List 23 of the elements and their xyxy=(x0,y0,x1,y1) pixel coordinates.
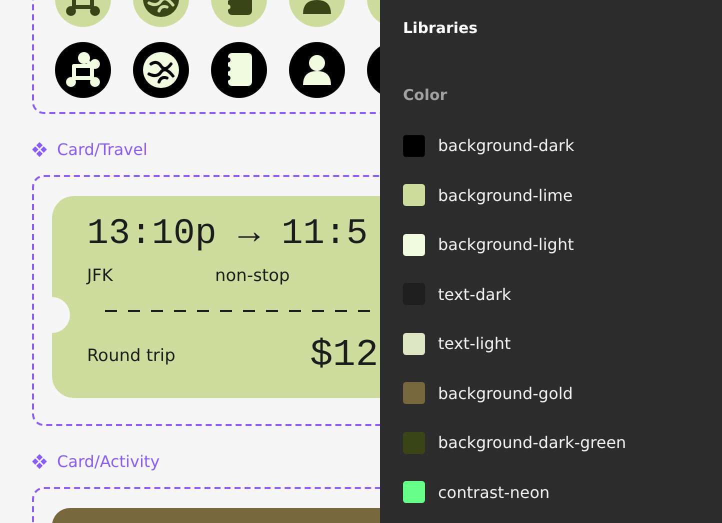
airport-code: JFK xyxy=(87,266,114,286)
color-style-name[interactable]: background-gold xyxy=(438,384,573,403)
trip-type: Round trip xyxy=(87,346,176,366)
color-style-name[interactable]: background-lime xyxy=(438,186,573,205)
color-style-name[interactable]: background-dark-green xyxy=(438,433,626,452)
color-style-name[interactable]: text-light xyxy=(438,334,511,354)
color-style-name[interactable]: contrast-neon xyxy=(438,482,550,502)
color-style-name[interactable]: background-dark xyxy=(438,136,574,156)
component-icon xyxy=(31,141,48,158)
globe-icon xyxy=(133,42,189,98)
section-heading: Color xyxy=(403,86,448,104)
flight-times: 13:10p → 11:5 xyxy=(87,214,369,254)
component-label[interactable]: Card/Travel xyxy=(57,140,148,159)
component-icon xyxy=(31,453,48,470)
panel-title: Libraries xyxy=(403,19,479,39)
person-icon xyxy=(289,42,345,98)
stops-text: non-stop xyxy=(215,266,290,286)
color-style-name[interactable]: text-dark xyxy=(438,284,512,304)
color-style-name[interactable]: background-light xyxy=(438,235,574,254)
notebook-icon xyxy=(211,42,267,98)
price-text: $12 xyxy=(310,334,378,377)
component-label[interactable]: Card/Activity xyxy=(57,452,160,471)
molecule-icon xyxy=(55,42,111,98)
